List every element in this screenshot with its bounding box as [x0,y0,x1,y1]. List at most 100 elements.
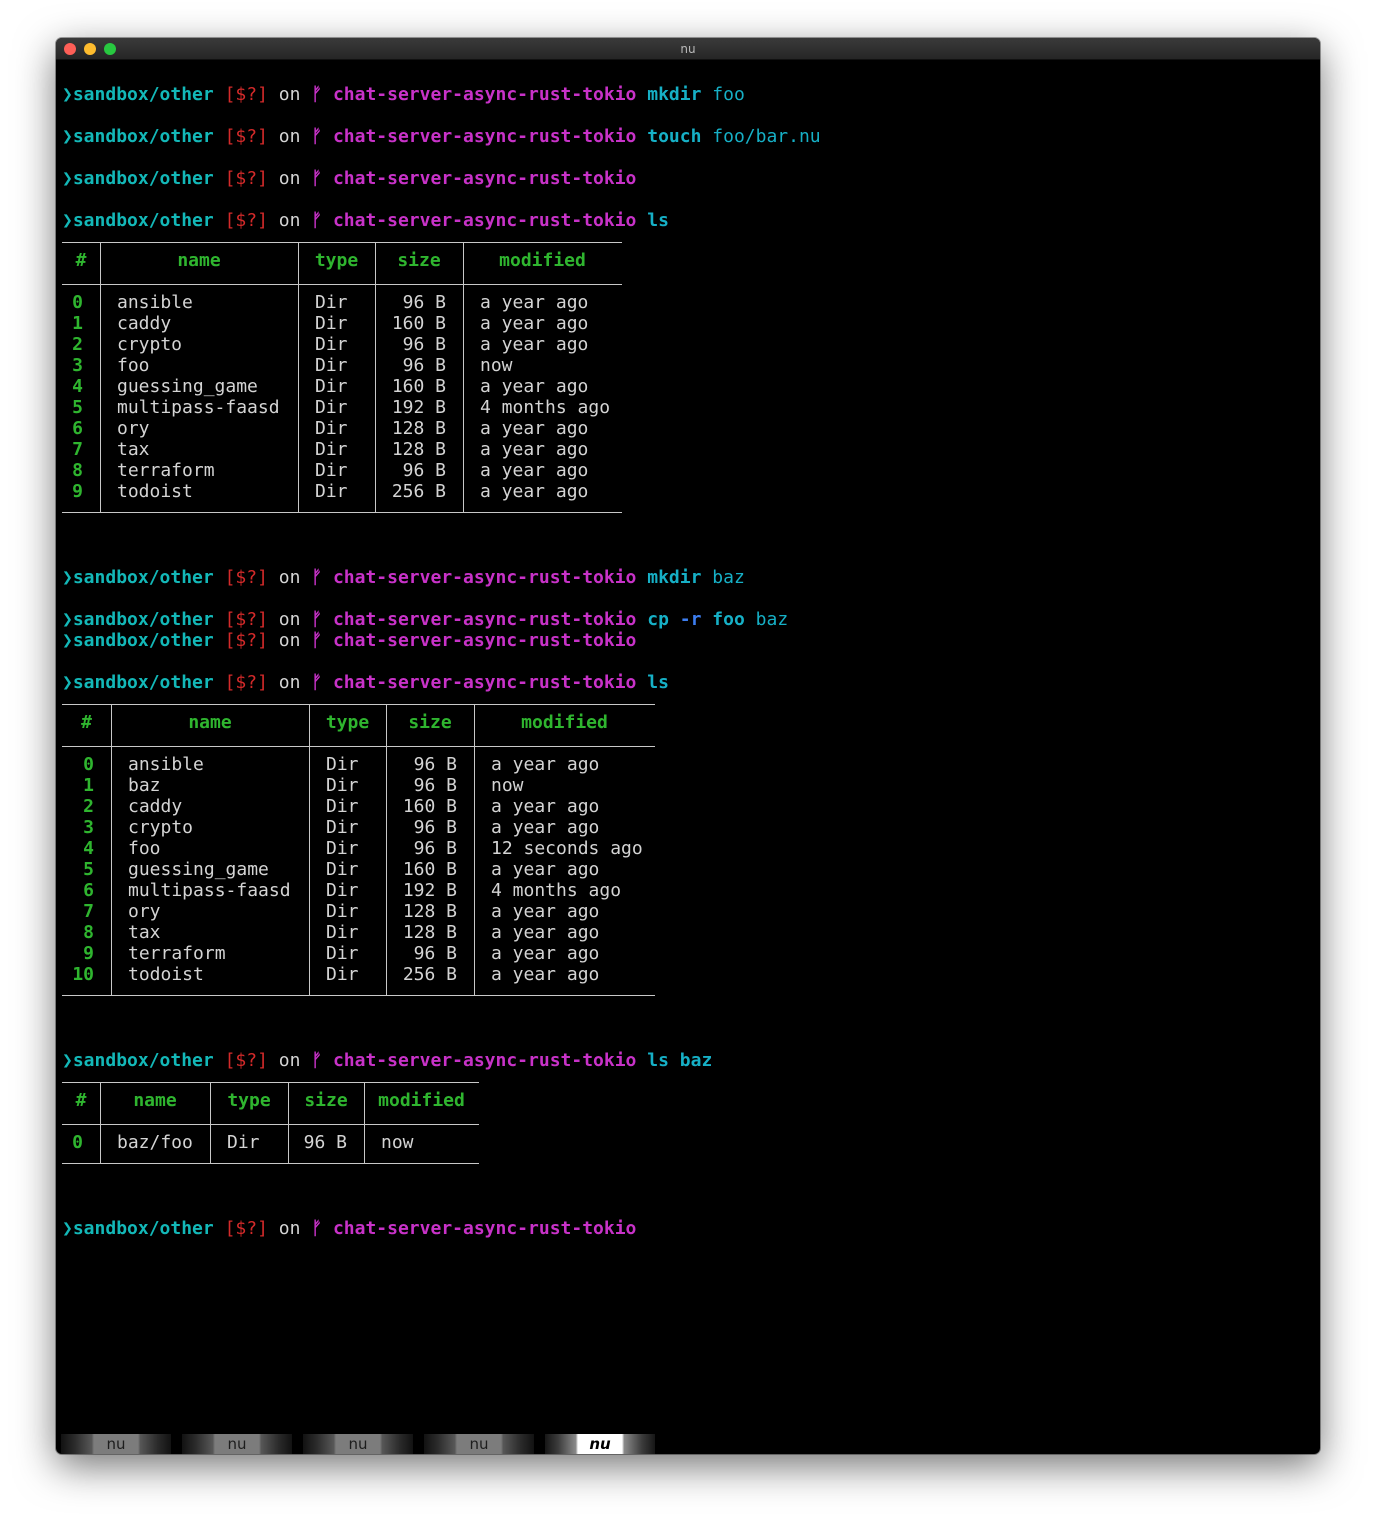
file-type: Dir [315,334,348,355]
file-modified: a year ago [480,334,589,355]
tab-1[interactable]: nu [61,1434,171,1454]
file-size: 192 B [391,397,446,418]
git-status: [$?] [224,1050,268,1071]
file-modified: 4 months ago [491,880,622,901]
row-index: 4 [72,376,83,397]
command-argument: baz [712,567,745,588]
command-argument: foo/bar.nu [712,126,821,147]
file-name: multipass-faasd [128,880,291,901]
prompt-line[interactable]: ❯sandbox/other [$?] on ᚠ chat-server-asy… [62,672,669,693]
file-modified: a year ago [491,796,600,817]
file-type: Dir [326,901,359,922]
file-size: 128 B [391,418,446,439]
prompt-line[interactable]: ❯sandbox/other [$?] on ᚠ chat-server-asy… [62,210,669,231]
file-modified: a year ago [480,376,589,397]
table-border [62,242,622,243]
table-header-size: size [397,250,441,271]
terminal-window[interactable]: nu ❯sandbox/other [$?] on ᚠ chat-server-… [56,38,1320,1454]
prompt-line[interactable]: ❯sandbox/other [$?] on ᚠ chat-server-asy… [62,126,821,147]
command-argument: -r [679,609,702,630]
file-size: 96 B [402,460,446,481]
prompt-line[interactable]: ❯sandbox/other [$?] on ᚠ chat-server-asy… [62,168,636,189]
git-branch-name: chat-server-async-rust-tokio [332,168,637,189]
git-branch-icon: ᚠ [311,672,323,693]
table-column-divider [100,242,101,512]
table-header-name: name [177,250,221,271]
prompt-arrow-icon: ❯ [62,1050,73,1071]
prompt-arrow-icon: ❯ [62,672,73,693]
file-name: tax [117,439,150,460]
table-border [62,704,655,705]
row-index: 8 [72,460,83,481]
file-size: 96 B [402,334,446,355]
git-branch-name: chat-server-async-rust-tokio [332,609,637,630]
file-modified: a year ago [480,418,589,439]
prompt-path: sandbox/other [72,168,214,189]
prompt-line[interactable]: ❯sandbox/other [$?] on ᚠ chat-server-asy… [62,1050,712,1071]
row-index: 2 [72,334,83,355]
file-size: 96 B [413,754,457,775]
file-modified: a year ago [480,481,589,502]
tab-5[interactable]: nu [545,1434,655,1454]
git-status: [$?] [224,630,268,651]
file-modified: a year ago [480,460,589,481]
table-header-index: # [81,712,92,733]
table-header-modified: modified [521,712,608,733]
row-index: 6 [83,880,94,901]
git-branch-icon: ᚠ [311,168,323,189]
file-type: Dir [315,460,348,481]
prompt-on-text: on [267,1050,312,1071]
tab-2[interactable]: nu [182,1434,292,1454]
prompt-path: sandbox/other [72,672,214,693]
file-type: Dir [315,397,348,418]
prompt-path: sandbox/other [72,567,214,588]
file-name: terraform [128,943,226,964]
prompt-line[interactable]: ❯sandbox/other [$?] on ᚠ chat-server-asy… [62,84,745,105]
prompt-line[interactable]: ❯sandbox/other [$?] on ᚠ chat-server-asy… [62,1218,636,1239]
file-name: guessing_game [117,376,258,397]
file-size: 192 B [402,880,457,901]
prompt-arrow-icon: ❯ [62,126,73,147]
tab-3[interactable]: nu [303,1434,413,1454]
row-index: 9 [83,943,94,964]
prompt-line[interactable]: ❯sandbox/other [$?] on ᚠ chat-server-asy… [62,567,745,588]
tab-label: nu [348,1435,368,1453]
file-modified: 12 seconds ago [491,838,643,859]
table-header-separator [62,1124,479,1125]
file-modified: a year ago [491,943,600,964]
row-index: 3 [83,817,94,838]
file-name: caddy [128,796,183,817]
prompt-arrow-icon: ❯ [62,609,73,630]
file-size: 96 B [413,775,457,796]
file-name: todoist [117,481,193,502]
tab-4[interactable]: nu [424,1434,534,1454]
terminal-output[interactable]: ❯sandbox/other [$?] on ᚠ chat-server-asy… [62,38,1314,1428]
prompt-path: sandbox/other [72,609,214,630]
git-branch-icon: ᚠ [311,210,323,231]
git-status: [$?] [224,168,268,189]
table-column-divider [463,242,464,512]
prompt-on-text: on [267,126,312,147]
command-name: touch [647,126,702,147]
file-size: 96 B [402,292,446,313]
prompt-line[interactable]: ❯sandbox/other [$?] on ᚠ chat-server-asy… [62,630,636,651]
prompt-line[interactable]: ❯sandbox/other [$?] on ᚠ chat-server-asy… [62,609,788,630]
file-modified: a year ago [480,439,589,460]
file-modified: a year ago [480,292,589,313]
row-index: 10 [72,964,94,985]
prompt-path: sandbox/other [72,84,214,105]
table-header-modified: modified [499,250,586,271]
command-name: ls [647,1050,669,1071]
prompt-path: sandbox/other [72,210,214,231]
table-border [62,512,622,513]
